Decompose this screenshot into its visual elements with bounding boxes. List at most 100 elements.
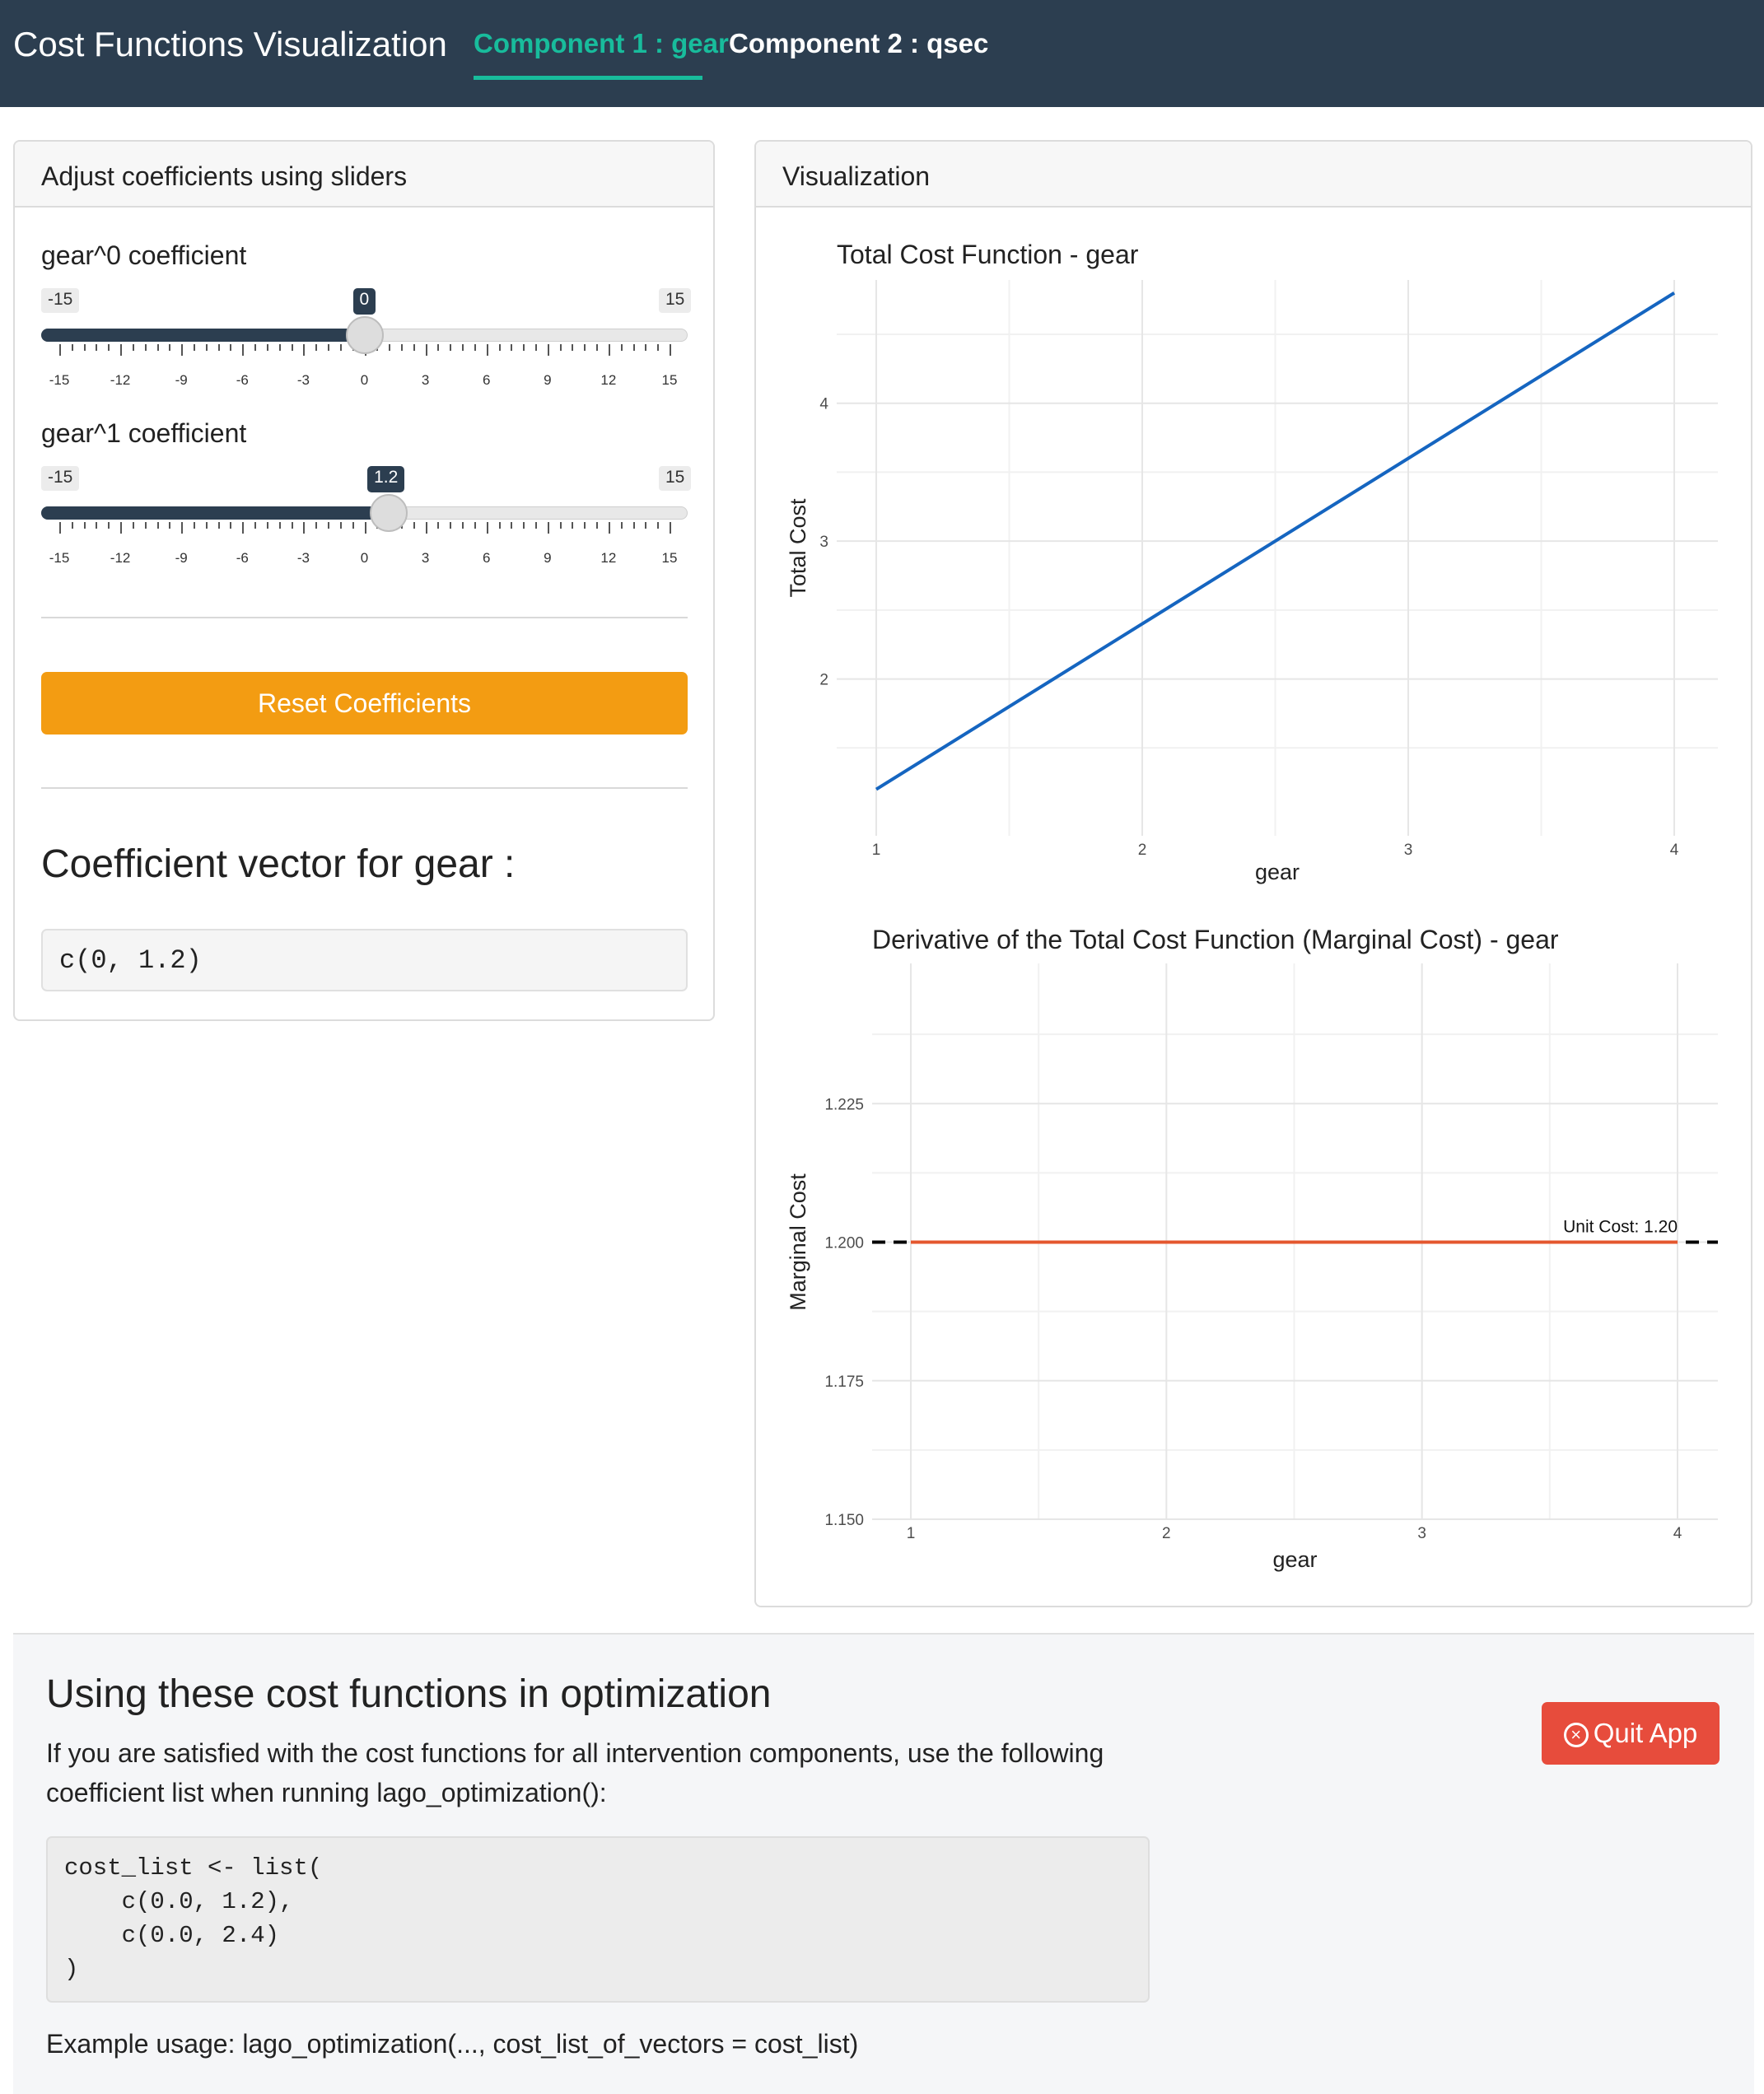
slider-tick	[401, 344, 403, 351]
slider-tick	[328, 344, 329, 351]
slider-tick	[194, 344, 195, 351]
slider-tick	[254, 344, 256, 351]
slider-tick	[340, 522, 342, 529]
slider-tick-label: 9	[531, 372, 564, 389]
slider-tick	[279, 344, 281, 351]
divider	[41, 787, 688, 789]
slider-tick-label: 6	[470, 550, 503, 567]
slider-tick	[572, 344, 573, 351]
slider-tick	[59, 522, 61, 534]
slider-tick	[548, 344, 549, 356]
slider-tick	[303, 522, 305, 534]
slider-tick	[84, 522, 86, 529]
slider-tick-label: -12	[104, 550, 137, 567]
slider-tick	[487, 522, 488, 534]
tab-component-2[interactable]: Component 2 : qsec	[729, 28, 988, 59]
slider-2-min: -15	[41, 466, 79, 491]
x-tick-label: 4	[1673, 1525, 1682, 1542]
slider-tick-label: 15	[653, 550, 686, 567]
slider-tick	[194, 522, 195, 529]
slider-tick	[511, 344, 512, 351]
x-tick-label: 1	[872, 842, 881, 859]
tab-component-1[interactable]: Component 1 : gear	[474, 28, 729, 59]
slider-tick	[596, 344, 598, 351]
slider-tick-label: -6	[226, 550, 259, 567]
chart-title: Total Cost Function - gear	[837, 240, 1139, 269]
app-title: Cost Functions Visualization	[13, 25, 447, 64]
sidebar-panel: Adjust coefficients using sliders	[13, 140, 715, 1021]
slider-1-value-badge: 0	[353, 288, 376, 315]
visualization-panel-header: Visualization	[756, 142, 1751, 208]
slider-tick	[230, 522, 231, 529]
slider-tick	[328, 522, 329, 529]
slider-tick	[584, 522, 586, 529]
example-usage: Example usage: lago_optimization(..., co…	[46, 2029, 858, 2059]
slider-tick	[450, 522, 451, 529]
y-tick-label: 2	[819, 672, 828, 689]
y-tick-label: 1.150	[824, 1512, 864, 1529]
optimization-section: Using these cost functions in optimizati…	[13, 1633, 1754, 2094]
slider-tick	[572, 522, 573, 529]
slider-tick-label: 3	[409, 372, 442, 389]
slider-tick	[108, 522, 110, 529]
slider-tick	[511, 522, 512, 529]
slider-1-handle[interactable]	[346, 316, 384, 354]
x-tick-label: 4	[1670, 842, 1679, 859]
slider-1-label: gear^0 coefficient	[41, 240, 246, 271]
coefficient-vector-code: c(0, 1.2)	[41, 929, 688, 991]
x-axis-label: gear	[1272, 1547, 1317, 1572]
y-tick-label: 1.225	[824, 1096, 864, 1113]
slider-tick-label: -12	[104, 372, 137, 389]
quit-app-button[interactable]: ×Quit App	[1542, 1702, 1720, 1765]
slider-tick	[437, 522, 439, 529]
slider-tick	[437, 344, 439, 351]
slider-tick-label: -9	[165, 550, 198, 567]
slider-tick-label: 9	[531, 550, 564, 567]
times-circle-icon: ×	[1564, 1723, 1589, 1747]
y-axis-label: Total Cost	[786, 498, 810, 598]
slider-tick	[474, 344, 476, 351]
slider-tick	[365, 522, 366, 534]
x-tick-label: 3	[1404, 842, 1413, 859]
slider-tick	[487, 344, 488, 356]
slider-tick	[84, 344, 86, 351]
slider-tick	[560, 344, 562, 351]
slider-tick-label: 15	[653, 372, 686, 389]
reset-coefficients-button[interactable]: Reset Coefficients	[41, 672, 688, 735]
slider-tick	[645, 522, 646, 529]
slider-tick	[242, 522, 244, 534]
slider-tick-label: -9	[165, 372, 198, 389]
slider-tick	[426, 344, 427, 356]
slider-tick	[108, 344, 110, 351]
x-tick-label: 1	[907, 1525, 916, 1542]
slider-tick	[145, 522, 147, 529]
slider-tick	[157, 344, 159, 351]
slider-tick	[133, 344, 134, 351]
slider-tick	[242, 344, 244, 356]
y-tick-label: 4	[819, 396, 828, 413]
slider-tick	[267, 522, 268, 529]
slider-tick	[157, 522, 159, 529]
slider-tick	[426, 522, 427, 534]
slider-1-min: -15	[41, 288, 79, 313]
slider-tick	[340, 344, 342, 351]
slider-tick	[59, 344, 61, 356]
slider-tick	[609, 522, 610, 534]
active-tab-indicator	[474, 76, 702, 80]
slider-tick	[523, 344, 525, 351]
slider-tick	[670, 344, 671, 356]
slider-tick	[499, 344, 501, 351]
slider-tick	[145, 344, 147, 351]
slider-1-fill	[41, 329, 365, 342]
x-tick-label: 3	[1417, 1525, 1426, 1542]
slider-tick	[218, 522, 220, 529]
slider-2-value-badge: 1.2	[367, 466, 404, 492]
slider-2-handle[interactable]	[370, 494, 408, 532]
divider	[41, 617, 688, 618]
slider-tick	[413, 344, 415, 351]
slider-tick	[96, 344, 97, 351]
slider-tick-label: -15	[43, 372, 76, 389]
unit-cost-annotation: Unit Cost: 1.20	[1563, 1218, 1678, 1237]
slider-tick	[462, 344, 464, 351]
slider-tick-label: -6	[226, 372, 259, 389]
